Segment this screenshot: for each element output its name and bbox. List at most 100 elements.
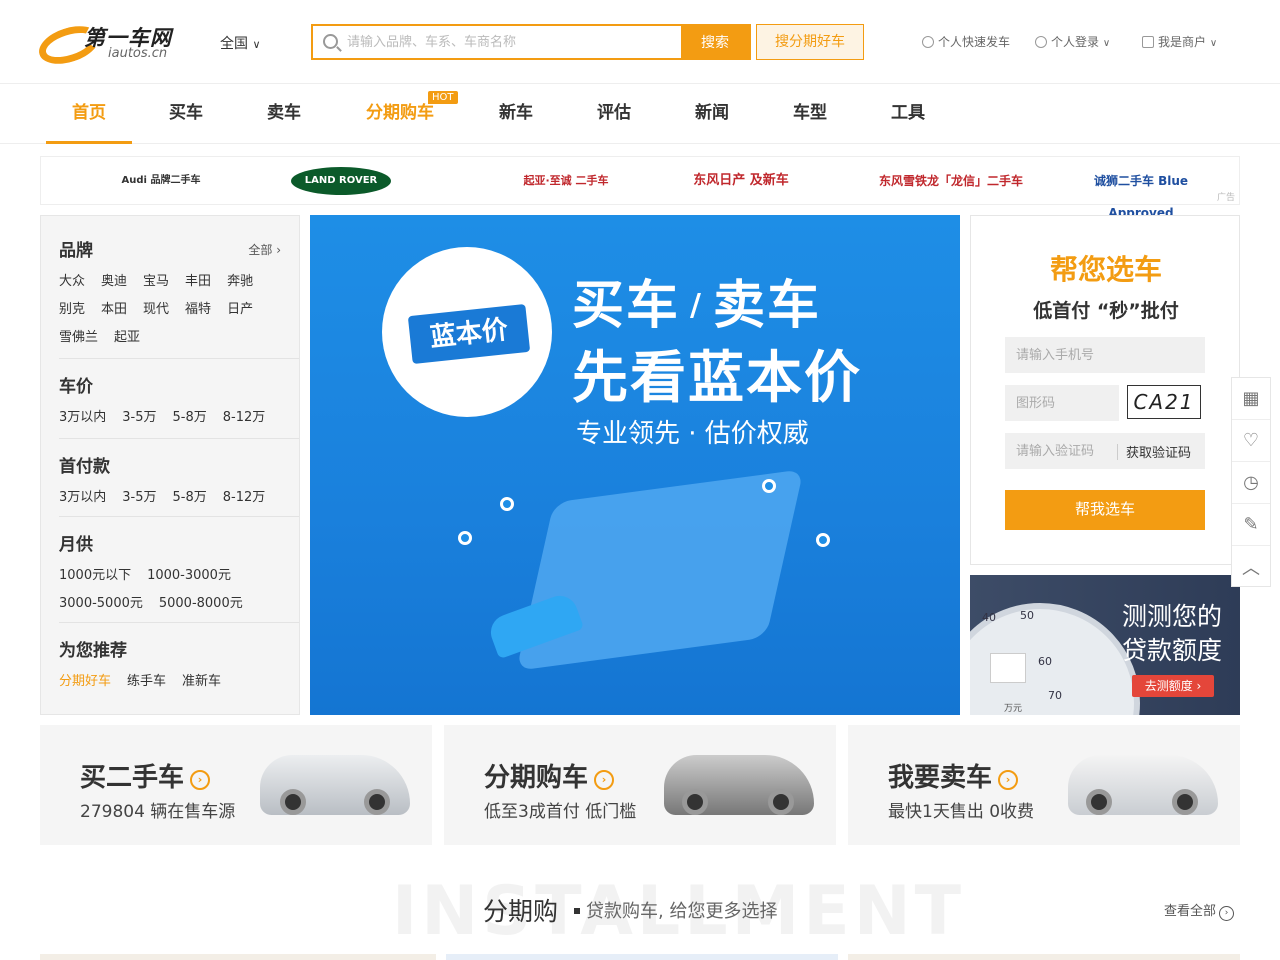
down-payment-link[interactable]: 8-12万 <box>223 490 266 505</box>
brand-link[interactable]: 现代 <box>143 302 169 317</box>
arrow-circle-icon: › <box>1219 906 1235 921</box>
nav-new-car[interactable]: 新车 <box>486 84 546 144</box>
brand-link[interactable]: 宝马 <box>143 274 169 289</box>
phone-input[interactable] <box>1005 337 1205 373</box>
captcha-image[interactable]: CA21 <box>1127 385 1201 419</box>
heart-icon[interactable]: ♡ <box>1232 420 1270 462</box>
listing-card-edge <box>848 954 1240 960</box>
nav-news[interactable]: 新闻 <box>682 84 742 144</box>
form-title: 帮您选车 <box>1049 253 1162 286</box>
brand-link[interactable]: 雪佛兰 <box>59 330 98 345</box>
brand-landrover[interactable]: LAND ROVER <box>291 167 391 195</box>
brand-link[interactable]: 本田 <box>101 302 127 317</box>
chart-dot-icon <box>816 533 830 547</box>
view-all-link[interactable]: 查看全部 › <box>1164 900 1235 921</box>
hero-banner[interactable]: 蓝本价 买车 / 卖车 先看蓝本价 专业领先 · 估价权威 <box>310 215 960 715</box>
wheel-icon <box>1086 789 1112 815</box>
sell-car-card[interactable]: 我要卖车 › 最快1天售出 0收费 <box>848 725 1240 845</box>
test-quota-button[interactable]: 去测额度 › <box>1132 675 1214 697</box>
down-payment-link[interactable]: 3-5万 <box>122 490 156 505</box>
gauge-number: 70 <box>1048 689 1062 702</box>
brand-link[interactable]: 别克 <box>59 302 85 317</box>
banner-document-illustration <box>516 469 804 671</box>
brand-nissan[interactable]: 东风日产 及新车 <box>691 165 791 197</box>
divider <box>1117 444 1118 460</box>
price-link[interactable]: 3-5万 <box>122 410 156 425</box>
brand-peugeot[interactable]: 诚狮二手车 Blue Approved <box>1066 165 1216 220</box>
plus-circle-icon <box>922 36 934 48</box>
down-payment-link[interactable]: 5-8万 <box>173 490 207 505</box>
buy-used-card[interactable]: 买二手车 › 279804 辆在售车源 <box>40 725 432 845</box>
back-to-top-icon[interactable]: ︿ <box>1232 546 1270 588</box>
loan-quota-banner[interactable]: 30 40 50 60 70 万元 测测您的 贷款额度 去测额度 › <box>970 575 1240 715</box>
brand-link[interactable]: 奥迪 <box>101 274 127 289</box>
brand-link[interactable]: 福特 <box>185 302 211 317</box>
all-brands-label: 全部 <box>248 243 273 257</box>
search-icon <box>323 34 338 49</box>
nav-evaluate[interactable]: 评估 <box>584 84 644 144</box>
shop-icon <box>1142 36 1154 48</box>
brand-citroen[interactable]: 东风雪铁龙「龙信」二手车 <box>871 165 1031 197</box>
get-code-button[interactable]: 获取验证码 <box>1126 442 1191 461</box>
search-input[interactable] <box>347 32 677 52</box>
recommend-link[interactable]: 准新车 <box>182 674 221 689</box>
nav-sell[interactable]: 卖车 <box>254 84 314 144</box>
installment-search-button[interactable]: 搜分期好车 <box>756 24 864 60</box>
recommend-link[interactable]: 练手车 <box>127 674 166 689</box>
wheel-icon <box>280 789 306 815</box>
brand-link[interactable]: 起亚 <box>114 330 140 345</box>
nav-models[interactable]: 车型 <box>780 84 840 144</box>
brand-kia[interactable]: 起亚·至诚 二手车 <box>481 165 651 197</box>
captcha-input[interactable] <box>1005 385 1119 421</box>
brand-link[interactable]: 大众 <box>59 274 85 289</box>
recommend-row: 分期好车 练手车 准新车 <box>59 670 237 689</box>
brand-ad-bar: Audi 品牌二手车 LAND ROVER 起亚·至诚 二手车 东风日产 及新车… <box>40 156 1240 220</box>
down-payment-link[interactable]: 3万以内 <box>59 490 106 505</box>
banner-title-buy: 买车 <box>572 276 681 336</box>
card-title-text: 分期购车 <box>484 763 589 793</box>
brand-link[interactable]: 奔驰 <box>227 274 253 289</box>
arrow-circle-icon: › <box>594 770 615 790</box>
brand-row: 大众 奥迪 宝马 丰田 奔驰 <box>59 270 269 289</box>
edit-icon[interactable]: ✎ <box>1232 504 1270 546</box>
arrow-circle-icon: › <box>190 770 211 790</box>
price-heading: 车价 <box>59 377 93 397</box>
car-image <box>1068 755 1218 815</box>
recommend-link[interactable]: 分期好车 <box>59 674 111 689</box>
monthly-link[interactable]: 1000元以下 <box>59 568 131 583</box>
brand-link[interactable]: 丰田 <box>185 274 211 289</box>
down-payment-heading: 首付款 <box>59 457 110 477</box>
nav-tools[interactable]: 工具 <box>878 84 938 144</box>
site-logo[interactable]: 第一车网 iautos.cn <box>34 19 178 71</box>
search-button[interactable]: 搜索 <box>681 26 749 58</box>
price-link[interactable]: 5-8万 <box>173 410 207 425</box>
brand-link[interactable]: 日产 <box>227 302 253 317</box>
personal-login-link[interactable]: 个人登录 ∨ <box>1035 33 1110 50</box>
nav-buy[interactable]: 买车 <box>156 84 216 144</box>
loan-title-line2: 贷款额度 <box>1121 636 1222 665</box>
price-row: 3万以内 3-5万 5-8万 8-12万 <box>59 406 281 425</box>
section-subtitle: 贷款购车, 给您更多选择 <box>586 901 778 922</box>
monthly-link[interactable]: 3000-5000元 <box>59 596 143 611</box>
installment-card[interactable]: 分期购车 › 低至3成首付 低门槛 <box>444 725 836 845</box>
qrcode-icon[interactable]: ▦ <box>1232 378 1270 420</box>
monthly-link[interactable]: 5000-8000元 <box>159 596 243 611</box>
listing-card-edge <box>40 954 436 960</box>
monthly-link[interactable]: 1000-3000元 <box>147 568 231 583</box>
merchant-link[interactable]: 我是商户 ∨ <box>1142 33 1217 50</box>
quick-post-link[interactable]: 个人快速发车 <box>922 33 1010 50</box>
price-link[interactable]: 8-12万 <box>223 410 266 425</box>
divider <box>59 438 299 439</box>
divider <box>59 358 299 359</box>
nav-home[interactable]: 首页 <box>46 84 132 144</box>
find-car-button[interactable]: 帮我选车 <box>1005 490 1205 530</box>
main-nav: 首页 买车 卖车 分期购车 新车 评估 新闻 车型 工具 <box>0 84 1280 144</box>
region-selector[interactable]: 全国 ∨ <box>220 33 261 53</box>
brand-audi[interactable]: Audi 品牌二手车 <box>81 165 241 197</box>
chevron-down-icon: ∨ <box>1102 38 1111 49</box>
price-link[interactable]: 3万以内 <box>59 410 106 425</box>
floating-toolbar: ▦ ♡ ◷ ✎ ︿ <box>1231 377 1271 587</box>
history-icon[interactable]: ◷ <box>1232 462 1270 504</box>
loan-title-line1: 测测您的 <box>1121 602 1222 631</box>
all-brands-link[interactable]: 全部 › <box>248 241 281 258</box>
